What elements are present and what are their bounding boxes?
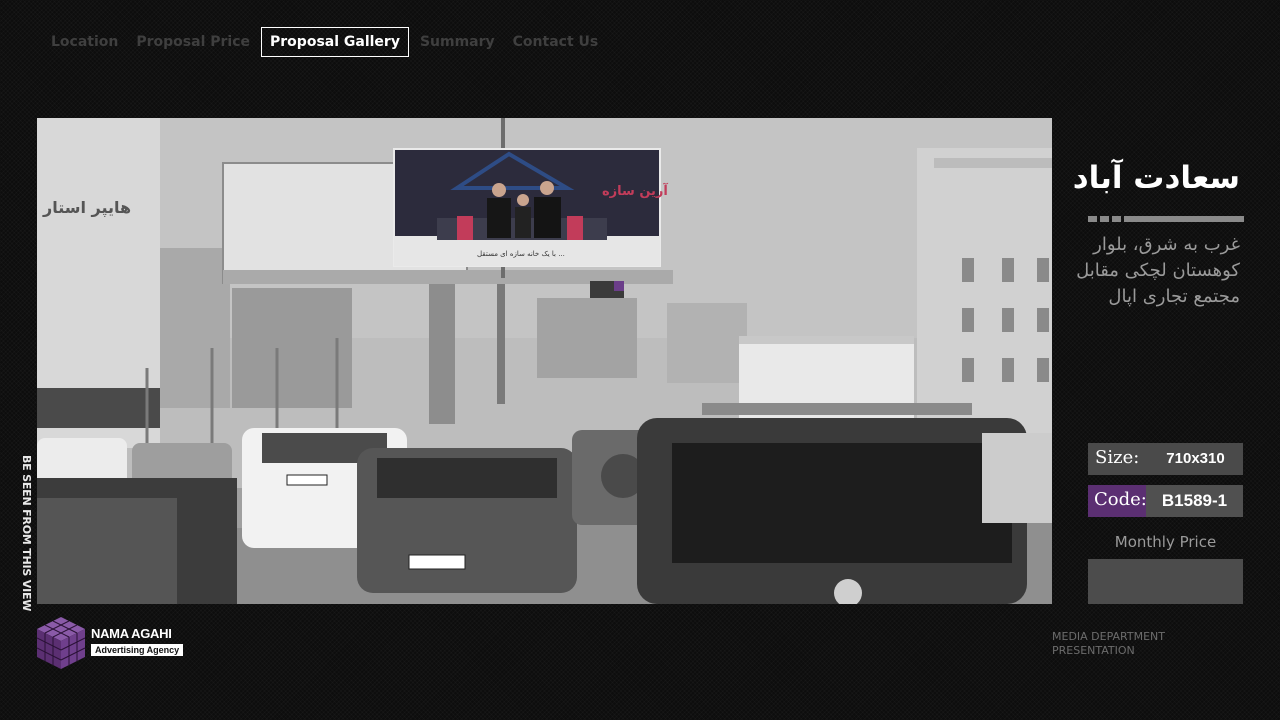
nav-contact-us[interactable]: Contact Us (506, 27, 606, 57)
logo-name: NAMA AGAHI (91, 626, 172, 641)
code-row: Code: B1589-1 (1088, 485, 1243, 517)
code-label: Code: (1088, 485, 1147, 517)
billboard-brand-text: آرین سازه (602, 182, 668, 199)
svg-text:هایپر استار: هایپر استار (42, 198, 131, 218)
nama-agahi-logo[interactable]: NAMA AGAHI Advertising Agency (36, 617, 187, 669)
billboard-tagline-text: با یک خانه سازه ای مستقل ... (477, 250, 565, 258)
logo-subtitle: Advertising Agency (91, 644, 184, 656)
top-nav: Location Proposal Price Proposal Gallery… (44, 27, 609, 57)
department-text: MEDIA DEPARTMENT PRESENTATION (1052, 630, 1212, 658)
size-label: Size: (1088, 443, 1148, 475)
title-underline (1088, 216, 1244, 222)
nav-proposal-gallery[interactable]: Proposal Gallery (261, 27, 409, 57)
nav-proposal-price[interactable]: Proposal Price (129, 27, 257, 57)
purple-cube-logo-icon (36, 617, 86, 669)
location-title: سعادت آباد (1072, 160, 1240, 196)
department-line-2: PRESENTATION (1052, 644, 1135, 657)
size-row: Size: 710x310 (1088, 443, 1243, 475)
side-view-label: BE SEEN FROM THIS VIEW (20, 455, 33, 612)
size-value: 710x310 (1148, 443, 1243, 475)
monthly-price-box (1088, 559, 1243, 604)
billboard-photo: هایپر استار آرین سازه با یک خانه سازه ای… (37, 118, 1052, 604)
nav-location[interactable]: Location (44, 27, 125, 57)
department-line-1: MEDIA DEPARTMENT (1052, 630, 1166, 643)
monthly-price-label: Monthly Price (1114, 533, 1217, 551)
nav-summary[interactable]: Summary (413, 27, 502, 57)
code-value: B1589-1 (1146, 485, 1243, 517)
location-address: غرب به شرق، بلوار کوهستان لچکی مقابل مجت… (1076, 234, 1240, 307)
